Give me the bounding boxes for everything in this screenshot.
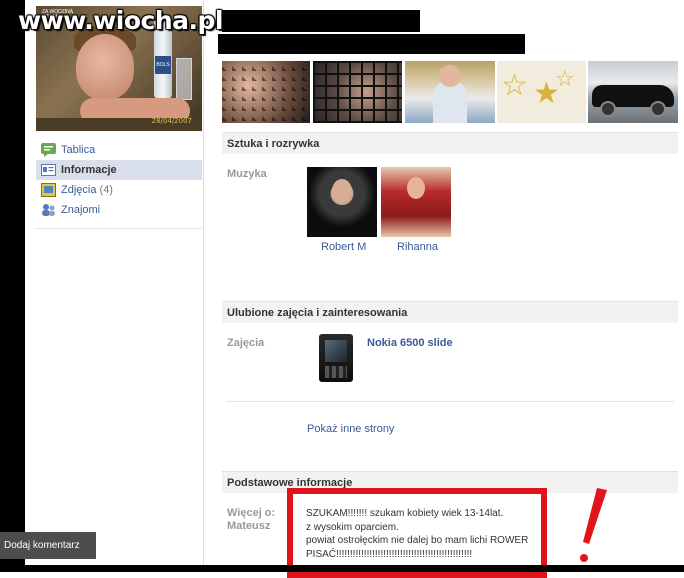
watermark: www.wiocha.pl <box>18 6 223 35</box>
info-icon <box>41 164 56 176</box>
photo-strip-thumb[interactable] <box>313 61 402 123</box>
photo-strip-thumb[interactable] <box>405 61 495 123</box>
sidebar-separator <box>36 228 202 229</box>
friends-icon <box>42 204 55 216</box>
photo-strip-thumb[interactable]: ☆ ★ ☆ <box>497 61 586 123</box>
photo-date: 28/04/2007 <box>151 117 192 125</box>
divider <box>226 401 674 402</box>
photos-icon <box>41 183 56 197</box>
left-black-border <box>0 0 25 572</box>
sidebar-item-label: Znajomi <box>61 204 101 216</box>
bottom-black-border <box>0 565 684 572</box>
sidebar-item-photos[interactable]: Zdjęcia (4) <box>36 180 202 200</box>
photo-strip-thumb[interactable] <box>222 61 310 123</box>
section-header-arts: Sztuka i rozrywka <box>222 132 678 154</box>
exclamation-mark-icon <box>580 488 607 562</box>
photo-strip-thumb[interactable] <box>588 61 678 123</box>
activities-label: Zajęcia <box>227 337 265 349</box>
sidebar-item-wall[interactable]: Tablica <box>36 140 202 160</box>
artist-link[interactable]: Robert M <box>321 241 366 253</box>
more-about-label: Więcej o: <box>227 507 276 519</box>
sidebar-item-label: Zdjęcia <box>61 184 97 196</box>
add-comment-button[interactable]: Dodaj komentarz <box>0 532 96 559</box>
sidebar-item-photos-text: Zdjęcia (4) <box>61 180 113 200</box>
sidebar-item-label: Tablica <box>61 144 96 156</box>
show-more-pages-link[interactable]: Pokaż inne strony <box>307 423 394 435</box>
glass-image <box>176 58 192 100</box>
more-about-name: Mateusz <box>227 520 271 532</box>
sidebar-divider <box>203 0 204 565</box>
artist-photo[interactable] <box>307 167 377 237</box>
redacted-name <box>222 10 420 32</box>
redacted-subtitle <box>218 34 525 54</box>
photo-count: (4) <box>99 184 113 196</box>
wall-icon <box>41 143 56 157</box>
music-label: Muzyka <box>227 168 267 180</box>
sidebar-item-label: Informacje <box>61 164 117 176</box>
artist-photo[interactable] <box>381 167 451 237</box>
activity-link[interactable]: Nokia 6500 slide <box>367 337 453 349</box>
artist-link[interactable]: Rihanna <box>397 241 438 253</box>
bottle-label: BOLS <box>155 56 171 74</box>
sidebar-item-friends[interactable]: Znajomi <box>36 200 202 220</box>
sidebar-item-info[interactable]: Informacje <box>36 160 202 180</box>
section-header-interests: Ulubione zajęcia i zainteresowania <box>222 301 678 323</box>
phone-image[interactable] <box>319 334 353 382</box>
